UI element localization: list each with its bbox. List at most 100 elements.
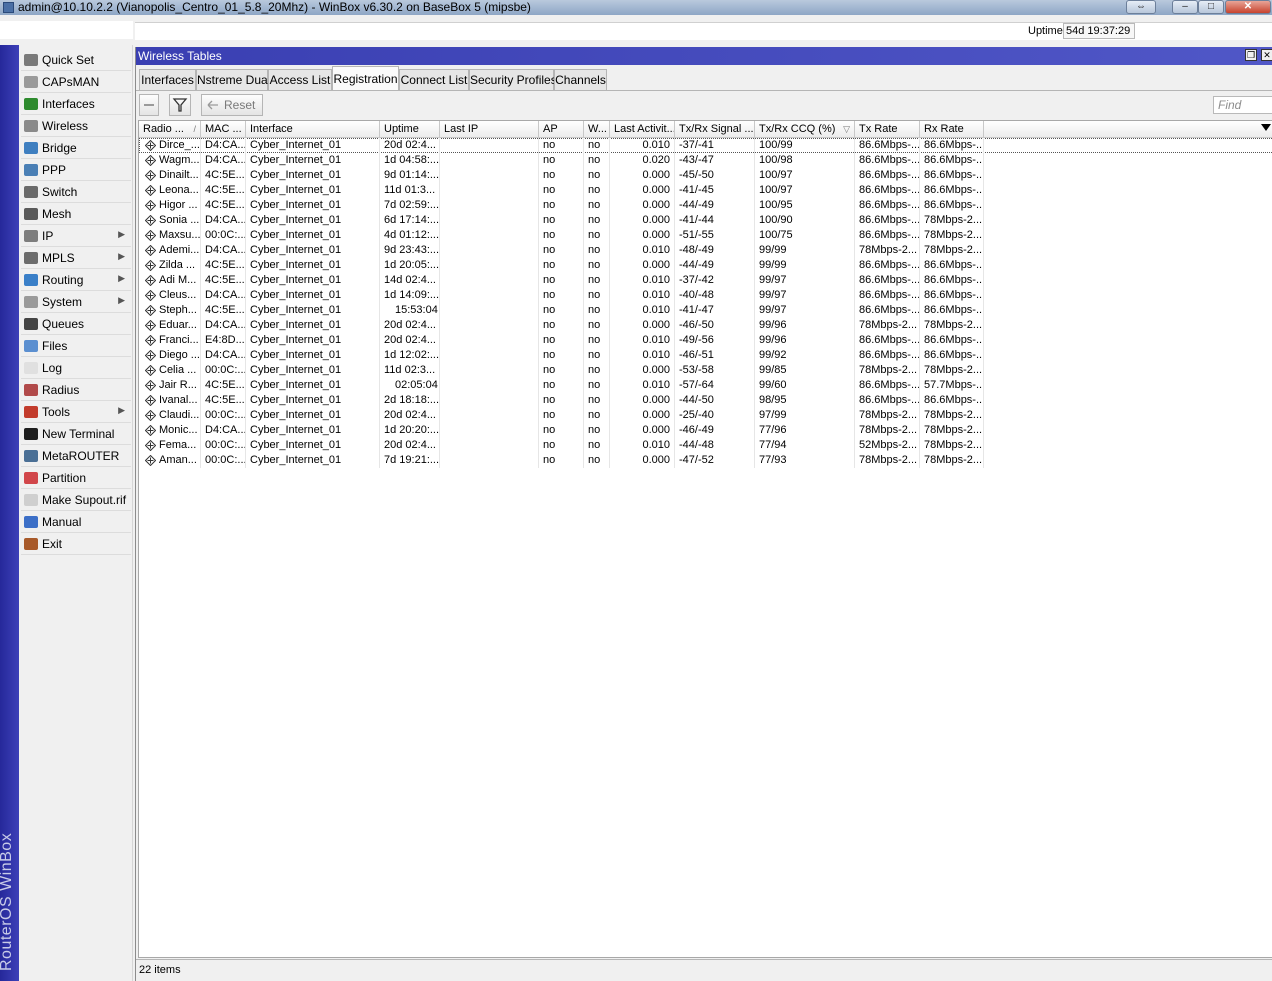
column-header[interactable]: AP [539,121,584,138]
column-header[interactable]: Radio ... / [139,121,201,138]
tab-access-list[interactable]: Access List [268,69,332,91]
table-row[interactable]: Leona... 4C:5E... Cyber_Internet_01 11d 01:… [139,183,1272,198]
sidebar-item-mesh[interactable]: Mesh [21,203,131,225]
remove-button[interactable] [139,94,159,116]
sidebar-item-ip[interactable]: IP ▶ [21,225,131,247]
sidebar-item-files[interactable]: Files [21,335,131,357]
table-cell [440,333,539,348]
table-row[interactable]: Sonia ... D4:CA... Cyber_Internet_01 6d 17:… [139,213,1272,228]
tab-connect-list[interactable]: Connect List [399,69,469,91]
wireless-tables-title-bar[interactable]: Wireless Tables ❐ ✕ [136,47,1272,65]
table-row[interactable]: Celia ... 00:0C:... Cyber_Internet_01 11d 0… [139,363,1272,378]
filter-button[interactable] [169,94,191,116]
column-header[interactable]: Tx/Rx Signal ... [675,121,755,138]
table-row[interactable]: Ademi... D4:CA... Cyber_Internet_01 9d 23:4… [139,243,1272,258]
registration-icon [145,395,156,406]
sidebar-item-mpls[interactable]: MPLS ▶ [21,247,131,269]
table-row[interactable]: Franci... E4:8D... Cyber_Internet_01 20d 02… [139,333,1272,348]
table-cell: 86.6Mbps-... [855,288,920,303]
table-cell: 4C:5E... [201,273,246,288]
sidebar-item-make-supout-rif[interactable]: Make Supout.rif [21,489,131,511]
table-cell: 1d 12:02:... [380,348,440,363]
table-cell: 86.6Mbps-... [920,348,984,363]
sidebar-item-bridge[interactable]: Bridge [21,137,131,159]
reset-button[interactable]: Reset [201,94,263,116]
table-cell: 0.000 [610,363,675,378]
tab-channels[interactable]: Channels [554,69,607,91]
column-header[interactable]: MAC ... [201,121,246,138]
column-header[interactable]: Tx/Rx CCQ (%) ▽ [755,121,855,138]
table-cell: 78Mbps-2... [920,213,984,228]
table-cell: 86.6Mbps-... [920,198,984,213]
sidebar-item-label: IP [42,229,54,243]
tab-registration[interactable]: Registration [332,66,399,91]
ip-icon [24,230,38,242]
table-row[interactable]: Adi M... 4C:5E... Cyber_Internet_01 14d 02:… [139,273,1272,288]
table-row[interactable]: Dinailt... 4C:5E... Cyber_Internet_01 9d 01… [139,168,1272,183]
registration-icon [145,260,156,271]
window-title-bar[interactable]: admin@10.10.2.2 (Vianopolis_Centro_01_5.… [0,0,1272,15]
tab-interfaces[interactable]: Interfaces [139,69,196,91]
registration-icon [145,140,156,151]
column-header[interactable]: Tx Rate [855,121,920,138]
column-header[interactable]: Last Activit... [610,121,675,138]
table-row[interactable]: Fema... 00:0C:... Cyber_Internet_01 20d 02:… [139,438,1272,453]
table-row[interactable]: Ivanal... 4C:5E... Cyber_Internet_01 2d 18:… [139,393,1272,408]
sidebar-item-interfaces[interactable]: Interfaces [21,93,131,115]
table-cell: Cyber_Internet_01 [246,258,380,273]
table-row[interactable]: Maxsu... 00:0C:... Cyber_Internet_01 4d 01:… [139,228,1272,243]
table-row[interactable]: Monic... D4:CA... Cyber_Internet_01 1d 20:2… [139,423,1272,438]
sidebar-item-metarouter[interactable]: MetaROUTER [21,445,131,467]
sidebar-item-exit[interactable]: Exit [21,533,131,555]
table-cell: no [584,138,610,153]
table-row[interactable]: Claudi... 00:0C:... Cyber_Internet_01 20d 0… [139,408,1272,423]
sidebar-item-queues[interactable]: Queues [21,313,131,335]
column-menu-chevron-down-icon[interactable] [1261,124,1271,131]
table-cell: -37/-42 [675,273,755,288]
sidebar-item-manual[interactable]: Manual [21,511,131,533]
column-header[interactable]: Interface [246,121,380,138]
table-row[interactable]: Higor ... 4C:5E... Cyber_Internet_01 7d 02:… [139,198,1272,213]
table-row[interactable]: Eduar... D4:CA... Cyber_Internet_01 20d 02:… [139,318,1272,333]
table-row[interactable]: Steph... 4C:5E... Cyber_Internet_01 15:53:0… [139,303,1272,318]
close-button[interactable]: ✕ [1225,0,1271,14]
sidebar-item-partition[interactable]: Partition [21,467,131,489]
window-close-icon[interactable]: ✕ [1261,49,1272,61]
window-restore-icon[interactable]: ❐ [1245,49,1257,61]
sidebar-item-quick-set[interactable]: Quick Set [21,49,131,71]
table-cell: 86.6Mbps-... [920,153,984,168]
routeros-winbox-brand: RouterOS WinBox [0,832,15,971]
table-cell: 86.6Mbps-... [920,273,984,288]
sidebar-item-radius[interactable]: Radius [21,379,131,401]
sidebar-item-switch[interactable]: Switch [21,181,131,203]
column-header[interactable]: Uptime [380,121,440,138]
sidebar-item-capsman[interactable]: CAPsMAN [21,71,131,93]
restore-button[interactable]: ⇔ [1126,0,1156,14]
tab-nstreme-dual[interactable]: Nstreme Dual [196,69,270,91]
sidebar-item-tools[interactable]: Tools ▶ [21,401,131,423]
maximize-button[interactable]: □ [1198,0,1224,14]
column-header[interactable]: W... [584,121,610,138]
sidebar-item-label: MetaROUTER [42,449,120,463]
table-row[interactable]: Aman... 00:0C:... Cyber_Internet_01 7d 19:2… [139,453,1272,468]
table-cell: 4C:5E... [201,303,246,318]
table-row[interactable]: Dirce_... D4:CA... Cyber_Internet_01 20d 02… [139,138,1272,153]
sidebar-item-system[interactable]: System ▶ [21,291,131,313]
sidebar-item-new-terminal[interactable]: New Terminal [21,423,131,445]
table-row[interactable]: Cleus... D4:CA... Cyber_Internet_01 1d 14:0… [139,288,1272,303]
sidebar-item-routing[interactable]: Routing ▶ [21,269,131,291]
column-header[interactable]: Rx Rate [920,121,984,138]
table-row[interactable]: Jair R... 4C:5E... Cyber_Internet_01 02:05:… [139,378,1272,393]
find-input[interactable]: Find [1213,96,1272,114]
table-cell: 78Mbps-2... [920,318,984,333]
table-cell: 15:53:04 [380,303,440,318]
minimize-button[interactable]: – [1172,0,1198,14]
sidebar-item-wireless[interactable]: Wireless [21,115,131,137]
table-row[interactable]: Wagm... D4:CA... Cyber_Internet_01 1d 04:58… [139,153,1272,168]
sidebar-item-log[interactable]: Log [21,357,131,379]
table-row[interactable]: Diego ... D4:CA... Cyber_Internet_01 1d 12:… [139,348,1272,363]
tab-security-profiles[interactable]: Security Profiles [469,69,557,91]
table-row[interactable]: Zilda ... 4C:5E... Cyber_Internet_01 1d 20:… [139,258,1272,273]
column-header[interactable]: Last IP [440,121,539,138]
sidebar-item-ppp[interactable]: PPP [21,159,131,181]
